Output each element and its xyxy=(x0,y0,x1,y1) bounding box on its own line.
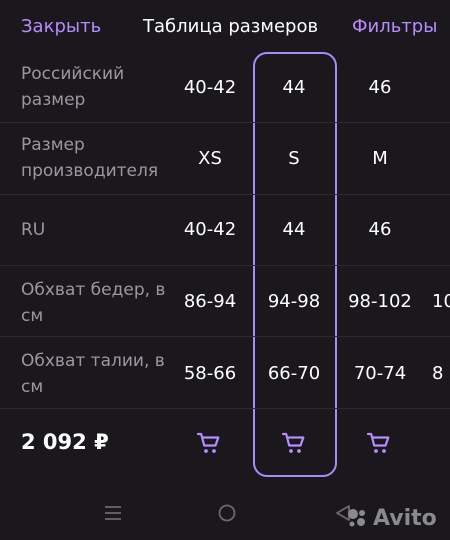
size-cell[interactable]: 46 xyxy=(340,77,420,98)
size-cell[interactable]: S xyxy=(256,148,332,169)
divider xyxy=(0,408,450,409)
cart-icon[interactable] xyxy=(281,430,307,456)
size-cell[interactable]: 44 xyxy=(256,219,332,240)
header: Закрыть Таблица размеров Фильтры xyxy=(0,0,450,50)
size-cell[interactable]: 58-66 xyxy=(172,363,248,384)
menu-icon[interactable] xyxy=(103,503,123,523)
size-cell[interactable]: XS xyxy=(172,148,248,169)
size-cell[interactable]: 70-74 xyxy=(340,363,420,384)
size-cell[interactable]: 44 xyxy=(256,77,332,98)
row-label-manufacturer-size: Размер производителя xyxy=(21,135,159,181)
avito-watermark: Avito xyxy=(345,504,445,532)
size-cell[interactable]: 98-102 xyxy=(340,291,420,312)
filters-button[interactable]: Фильтры xyxy=(352,16,437,37)
row-label-russian-size: Российский размер xyxy=(21,64,125,110)
home-icon[interactable] xyxy=(217,503,237,523)
size-cell[interactable]: 40-42 xyxy=(172,219,248,240)
size-cell[interactable]: 8 xyxy=(432,363,450,384)
watermark-text: Avito xyxy=(373,505,437,531)
divider xyxy=(0,265,450,266)
size-cell[interactable]: 86-94 xyxy=(172,291,248,312)
row-label-ru: RU xyxy=(21,220,46,240)
size-cell[interactable]: 66-70 xyxy=(256,363,332,384)
price: 2 092 ₽ xyxy=(21,430,109,454)
size-cell[interactable]: 46 xyxy=(340,219,420,240)
divider xyxy=(0,194,450,195)
row-label-waist-girth: Обхват талии, в см xyxy=(21,351,165,397)
cart-icon[interactable] xyxy=(366,430,392,456)
close-button[interactable]: Закрыть xyxy=(21,16,101,37)
divider xyxy=(0,122,450,123)
cart-icon[interactable] xyxy=(196,430,222,456)
page-title: Таблица размеров xyxy=(143,16,319,37)
avito-logo-icon xyxy=(348,509,365,527)
size-cell[interactable]: 10 xyxy=(432,291,450,312)
divider xyxy=(0,336,450,337)
row-label-hip-girth: Обхват бедер, в см xyxy=(21,280,166,326)
size-cell[interactable]: M xyxy=(340,148,420,169)
size-cell[interactable]: 40-42 xyxy=(172,77,248,98)
size-cell[interactable]: 94-98 xyxy=(256,291,332,312)
